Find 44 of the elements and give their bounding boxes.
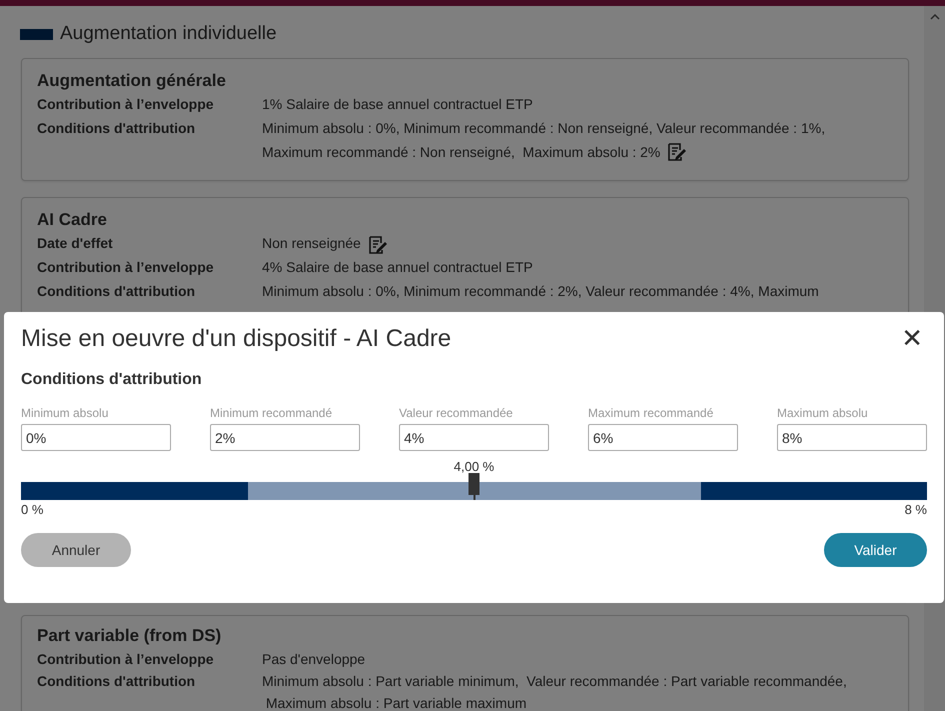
slider-reading: 4,00 % [454,459,494,474]
field-value: 4% Salaire de base annuel contractuel ETP [262,259,533,275]
field-label: Minimum absolu [21,406,110,420]
field-label: Valeur recommandée [399,406,514,420]
input-field[interactable]: 4% [399,424,549,451]
field-label: Contribution à l’enveloppe [37,259,215,277]
field-value: Minimum absolu : Part variable minimum, Valeur recommandée : Part variable recommandée, [262,673,847,689]
scroll-up-icon[interactable] [930,14,940,20]
field-label: Contribution à l’enveloppe [37,651,215,669]
input-field[interactable]: 0% [21,424,171,451]
field-value: 1% Salaire de base annuel contractuel ETP [262,96,533,112]
field-label: Conditions d'attribution [37,673,196,691]
card-title: AI Cadre [37,210,108,230]
cancel-button[interactable]: Annuler [21,533,131,567]
validate-button[interactable]: Valider [824,533,927,567]
field-label: Maximum absolu [777,406,869,420]
field-value: Pas d'enveloppe [262,651,366,667]
field-value: Minimum absolu : 0%, Minimum recommandé : Non renseigné, Valeur recommandée : 1%, [262,120,826,136]
input-field[interactable]: 6% [588,424,738,451]
edit-icon[interactable] [666,142,686,162]
card-title: Augmentation générale [37,71,227,91]
input-field[interactable]: 2% [210,424,360,451]
field-value: Maximum recommandé : Non renseigné, Maximum absolu : 2% [262,144,660,160]
close-button[interactable]: ✕ [897,324,927,354]
field-label: Minimum recommandé [210,406,334,420]
field-value: Non renseignée [262,235,361,251]
field-label: Conditions d'attribution [37,120,196,138]
field-label: Date d'effet [37,235,114,253]
field-value: Maximum absolu : Part variable maximum [264,695,527,711]
slider-thumb[interactable] [468,473,480,500]
card-title: Part variable (from DS) [37,626,222,646]
section-title: Conditions d'attribution [21,371,203,389]
dialog-title: Mise en oeuvre d'un dispositif - AI Cadre [21,325,452,353]
max-label: 8 % [904,502,927,517]
slider-track[interactable] [21,473,927,500]
field-label: Contribution à l’enveloppe [37,96,215,114]
title-marker [20,28,53,40]
input-field[interactable]: 8% [777,424,927,451]
field-value: Minimum absolu : 0%, Minimum recommandé : 2%, Valeur recommandée : 4%, Maximum [262,283,819,299]
page-title: Augmentation individuelle [60,23,277,45]
edit-icon[interactable] [366,235,387,255]
field-label: Maximum recommandé [588,406,714,420]
field-label: Conditions d'attribution [37,283,196,301]
min-label: 0 % [21,502,44,517]
